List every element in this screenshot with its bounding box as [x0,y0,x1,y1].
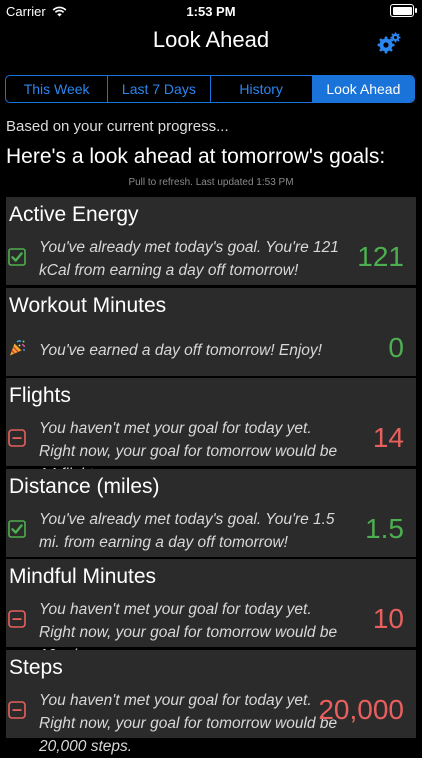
minus-square-icon [8,429,26,447]
card-title: Mindful Minutes [9,565,157,588]
goal-card-flights[interactable]: Flights You haven't met your goal for to… [6,378,416,483]
card-message: You haven't met your goal for today yet.… [39,691,338,755]
refresh-hint: Pull to refresh. Last updated 1:53 PM [128,177,294,188]
card-value: 14 [372,422,404,453]
card-value: 10 [372,603,404,634]
tab-look-ahead[interactable]: Look Ahead [312,76,414,102]
intro-subtitle: Based on your current progress... [6,118,229,135]
goal-card-workout-minutes[interactable]: Workout Minutes You've earned a day off … [6,287,416,376]
goal-card-steps[interactable]: Steps You haven't met your goal for toda… [6,649,416,755]
card-value: 0 [388,331,404,363]
page-title: Look Ahead [152,27,270,52]
card-value: 1.5 [365,512,404,544]
party-popper-icon [10,339,26,355]
tab-this-week[interactable]: This Week [6,76,109,102]
card-title: Steps [9,655,63,679]
status-time: 1:53 PM [186,4,236,19]
check-square-icon [8,248,26,266]
check-square-icon [8,519,26,538]
card-title: Active Energy [9,203,139,226]
card-message: You've earned a day off tomorrow! Enjoy! [39,341,322,359]
card-value: 20,000 [318,693,404,725]
card-message: You've already met today's goal. You're … [39,239,339,279]
minus-square-icon [8,610,26,628]
minus-square-icon [8,700,26,719]
intro-heading: Here's a look ahead at tomorrow's goals: [6,145,386,168]
goal-card-distance[interactable]: Distance (miles) You've already met toda… [6,468,416,557]
card-message: You've already met today's goal. You're … [39,510,335,551]
goal-card-mindful-minutes[interactable]: Mindful Minutes You haven't met your goa… [6,559,416,664]
card-title: Workout Minutes [9,293,167,317]
card-title: Flights [9,384,71,407]
status-bar: Carrier 1:53 PM [0,0,422,22]
status-right [390,4,417,17]
tab-history[interactable]: History [211,76,313,102]
battery-icon [390,4,417,17]
settings-gear-icon[interactable] [376,31,402,57]
period-segmented-control: This Week Last 7 Days History Look Ahead [5,75,415,103]
goal-card-active-energy[interactable]: Active Energy You've already met today's… [6,197,416,285]
nav-bar: Look Ahead [0,22,422,62]
goal-card-list[interactable]: Active Energy You've already met today's… [6,197,416,755]
card-value: 121 [357,241,404,272]
tab-last-7-days[interactable]: Last 7 Days [108,76,211,102]
card-title: Distance (miles) [9,474,160,498]
